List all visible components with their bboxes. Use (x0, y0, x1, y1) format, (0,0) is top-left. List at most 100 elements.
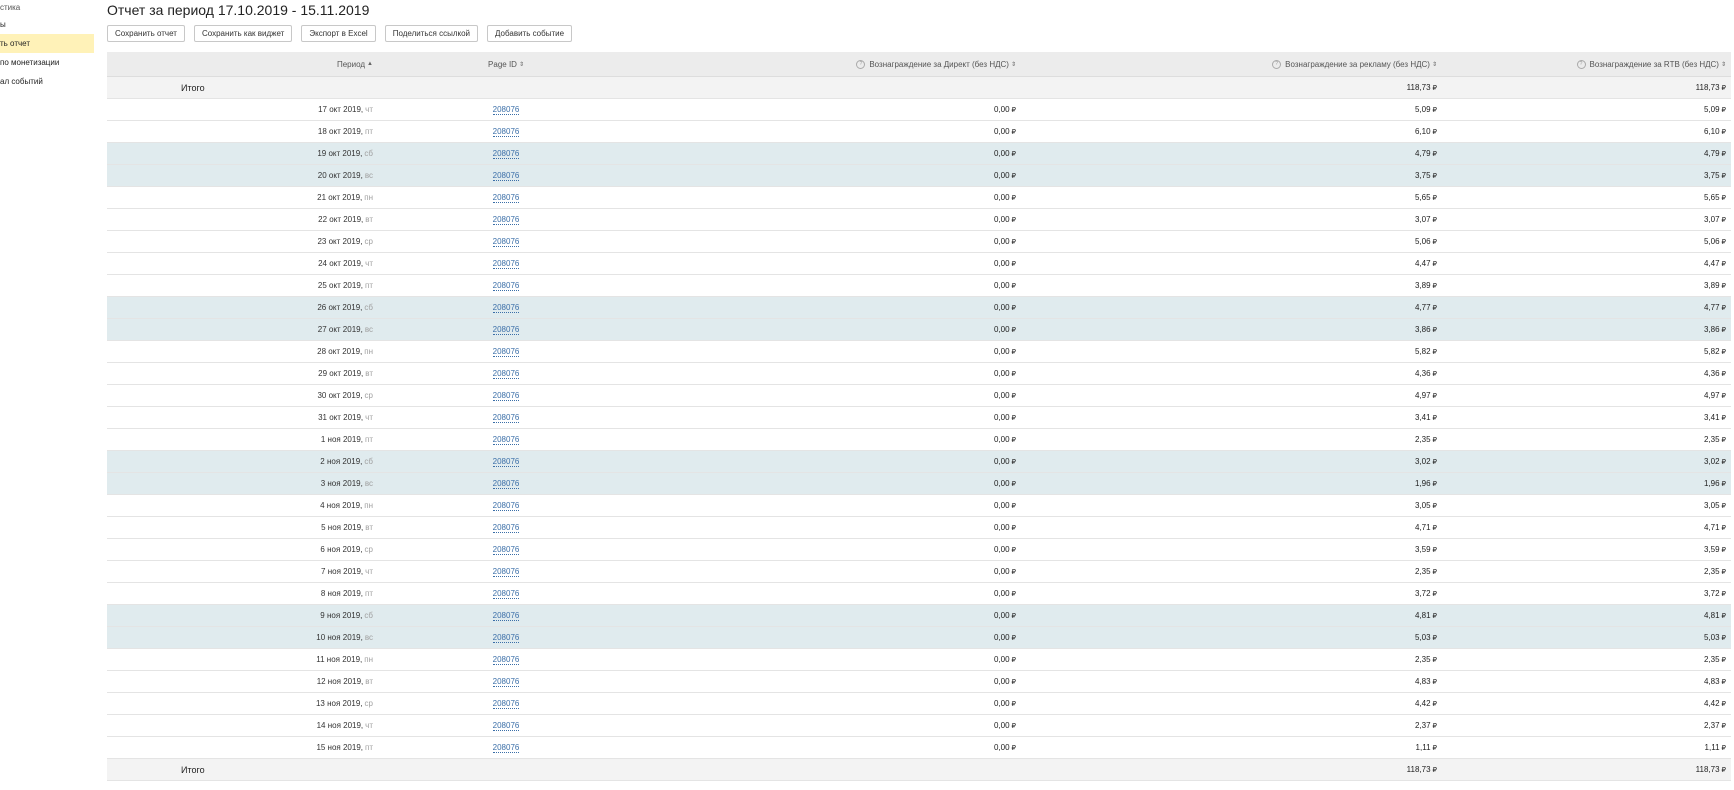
direct-value: 0,00 (993, 655, 1010, 664)
page-id-link[interactable]: 208076 (492, 369, 520, 379)
header-ads[interactable]: ? Вознаграждение за рекламу (без НДС) ⇕ (1016, 52, 1437, 76)
direct-cell: 0,00 ₽ (552, 341, 1016, 362)
ruble-icon: ₽ (1721, 414, 1726, 422)
info-icon[interactable]: ? (856, 59, 866, 69)
ads-value: 3,72 (1414, 589, 1431, 598)
period-date: 3 ноя 2019, (320, 479, 363, 488)
export-excel-button[interactable]: Экспорт в Excel (301, 25, 376, 42)
period-cell: 17 окт 2019, чт (107, 99, 373, 120)
header-page-id[interactable]: Page ID ⇕ (460, 52, 552, 76)
table-header: Период ▲ Page ID ⇕ ? Вознаграждение за Д… (107, 52, 1731, 77)
page-id-link[interactable]: 208076 (492, 655, 520, 665)
page-id-cell: 208076 (460, 649, 552, 670)
weekday: вт (365, 677, 373, 686)
direct-value: 0,00 (993, 567, 1010, 576)
period-date: 31 окт 2019, (318, 413, 364, 422)
table-row: 6 ноя 2019, ср 208076 0,00 ₽3,59 ₽3,59 ₽ (107, 539, 1731, 561)
info-icon[interactable]: ? (1272, 59, 1282, 69)
weekday: сб (364, 457, 373, 466)
table-row: 8 ноя 2019, пт 208076 0,00 ₽3,72 ₽3,72 ₽ (107, 583, 1731, 605)
page-id-link[interactable]: 208076 (492, 523, 520, 533)
ads-cell: 2,35 ₽ (1016, 429, 1437, 450)
page-id-link[interactable]: 208076 (492, 611, 520, 621)
ruble-icon: ₽ (1721, 568, 1726, 576)
sidebar-item[interactable]: стика (0, 0, 94, 15)
direct-value: 0,00 (993, 413, 1010, 422)
page-id-link[interactable]: 208076 (492, 413, 520, 423)
rtb-value: 5,09 (1703, 105, 1720, 114)
page-id-link[interactable]: 208076 (492, 699, 520, 709)
page-id-cell: 208076 (460, 539, 552, 560)
sidebar-item[interactable]: ы (0, 15, 94, 34)
page-id-link[interactable]: 208076 (492, 545, 520, 555)
page-id-link[interactable]: 208076 (492, 479, 520, 489)
rtb-value: 5,03 (1703, 633, 1720, 642)
share-link-button[interactable]: Поделиться ссылкой (384, 25, 479, 42)
period-date: 28 окт 2019, (317, 347, 363, 356)
page-id-link[interactable]: 208076 (492, 457, 520, 467)
rtb-cell: 2,35 ₽ (1437, 429, 1726, 450)
header-direct[interactable]: ? Вознаграждение за Директ (без НДС) ⇕ (552, 52, 1016, 76)
ruble-icon: ₽ (1721, 216, 1726, 224)
page-id-link[interactable]: 208076 (492, 215, 520, 225)
rtb-value: 4,81 (1703, 611, 1720, 620)
direct-value: 0,00 (993, 457, 1010, 466)
total-rtb-value: 118,73 (1695, 83, 1720, 92)
page-id-link[interactable]: 208076 (492, 501, 520, 511)
ads-value: 3,86 (1414, 325, 1431, 334)
page-title: Отчет за период 17.10.2019 - 15.11.2019 (107, 2, 370, 18)
page-id-link[interactable]: 208076 (492, 391, 520, 401)
page-id-link[interactable]: 208076 (492, 435, 520, 445)
weekday: вс (364, 479, 373, 488)
weekday: пн (364, 347, 373, 356)
page-id-link[interactable]: 208076 (492, 127, 520, 137)
rtb-value: 3,89 (1703, 281, 1720, 290)
header-period[interactable]: Период ▲ (107, 52, 373, 76)
weekday: пт (365, 435, 373, 444)
page-id-link[interactable]: 208076 (492, 303, 520, 313)
header-direct-label: Вознаграждение за Директ (без НДС) (869, 59, 1009, 69)
direct-cell: 0,00 ₽ (552, 121, 1016, 142)
page-id-cell: 208076 (460, 605, 552, 626)
ruble-icon: ₽ (1721, 744, 1726, 752)
direct-cell: 0,00 ₽ (552, 187, 1016, 208)
weekday: сб (364, 149, 373, 158)
page-id-link[interactable]: 208076 (492, 237, 520, 247)
table-row: 5 ноя 2019, вт 208076 0,00 ₽4,71 ₽4,71 ₽ (107, 517, 1731, 539)
page-id-link[interactable]: 208076 (492, 633, 520, 643)
page-id-link[interactable]: 208076 (492, 193, 520, 203)
page-id-link[interactable]: 208076 (492, 281, 520, 291)
direct-value: 0,00 (993, 391, 1010, 400)
sidebar-item[interactable]: ал событий (0, 72, 94, 91)
page-id-link[interactable]: 208076 (492, 105, 520, 115)
page-id-link[interactable]: 208076 (492, 743, 520, 753)
page-id-link[interactable]: 208076 (492, 589, 520, 599)
page-id-link[interactable]: 208076 (492, 325, 520, 335)
sidebar-item[interactable]: по монетизации (0, 53, 94, 72)
info-icon[interactable]: ? (1576, 59, 1586, 69)
add-event-button[interactable]: Добавить событие (487, 25, 573, 42)
ruble-icon: ₽ (1721, 656, 1726, 664)
page-id-link[interactable]: 208076 (492, 149, 520, 159)
ruble-icon: ₽ (1721, 172, 1726, 180)
rtb-value: 2,35 (1703, 655, 1720, 664)
table-row: 11 ноя 2019, пн 208076 0,00 ₽2,35 ₽2,35 ₽ (107, 649, 1731, 671)
ads-value: 2,35 (1414, 435, 1431, 444)
page-id-link[interactable]: 208076 (492, 567, 520, 577)
page-id-link[interactable]: 208076 (492, 347, 520, 357)
period-date: 13 ноя 2019, (315, 699, 363, 708)
page-id-link[interactable]: 208076 (492, 721, 520, 731)
ruble-icon: ₽ (1721, 722, 1726, 730)
page-id-link[interactable]: 208076 (492, 259, 520, 269)
save-as-widget-button[interactable]: Сохранить как виджет (193, 25, 293, 42)
rtb-cell: 3,07 ₽ (1437, 209, 1726, 230)
direct-value: 0,00 (993, 721, 1010, 730)
page-id-link[interactable]: 208076 (492, 171, 520, 181)
direct-cell: 0,00 ₽ (552, 253, 1016, 274)
sidebar-item[interactable]: ть отчет (0, 34, 94, 53)
page-id-link[interactable]: 208076 (492, 677, 520, 687)
rtb-cell: 5,06 ₽ (1437, 231, 1726, 252)
header-rtb[interactable]: ? Вознаграждение за RTB (без НДС) ⇕ (1437, 52, 1726, 76)
ads-cell: 4,77 ₽ (1016, 297, 1437, 318)
save-report-button[interactable]: Сохранить отчет (107, 25, 185, 42)
